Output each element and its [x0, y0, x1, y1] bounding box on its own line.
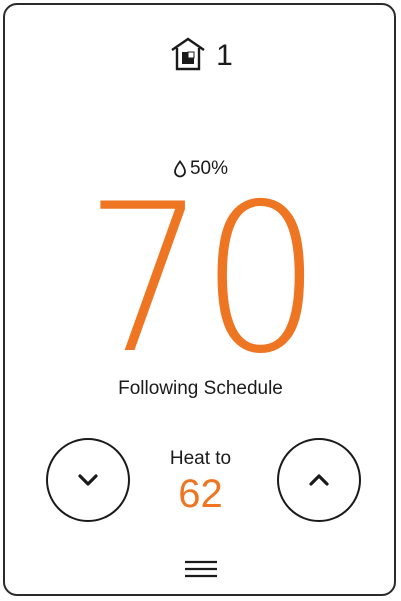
current-temperature: 70: [84, 161, 322, 399]
decrease-setpoint-button[interactable]: [46, 438, 130, 522]
chevron-down-icon: [78, 474, 98, 486]
chevron-up-icon: [309, 474, 329, 486]
setpoint-label: Heat to: [169, 448, 232, 469]
home-zone-icon: [171, 37, 205, 71]
setpoint-value: 62: [178, 472, 223, 516]
increase-setpoint-button[interactable]: [277, 438, 361, 522]
menu-button[interactable]: [181, 556, 221, 582]
schedule-status[interactable]: Following Schedule: [0, 378, 401, 400]
zone-indicator[interactable]: 1: [0, 34, 401, 74]
menu-icon: [185, 560, 217, 578]
zone-number: 1: [216, 39, 233, 72]
